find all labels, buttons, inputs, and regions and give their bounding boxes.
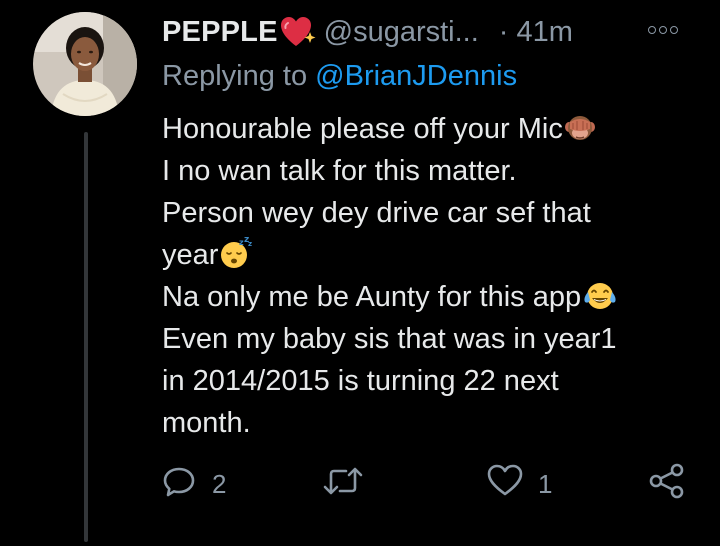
svg-text:z: z: [248, 240, 252, 248]
reply-button[interactable]: 2: [162, 462, 226, 506]
separator-dot: ·: [498, 15, 509, 48]
tweet-line: Honourable please off your Mic: [162, 108, 692, 150]
tweet-line: Even my baby sis that was in year1: [162, 318, 692, 360]
timestamp[interactable]: 41m: [516, 16, 572, 49]
tweet-line-text: in 2014/2015 is turning 22 next: [162, 365, 559, 397]
more-options-icon[interactable]: [648, 26, 678, 34]
tweet-line-text: month.: [162, 407, 251, 439]
reply-icon: [162, 463, 198, 506]
tweet-header: PEPPLE @sugarsti... · 41m: [162, 12, 692, 52]
see-no-evil-monkey-icon: [564, 112, 596, 156]
tweet-line-text: Even my baby sis that was in year1: [162, 323, 617, 355]
share-button[interactable]: [648, 462, 686, 506]
avatar-image: [33, 12, 137, 116]
tweet-line-text: Person wey dey drive car sef that: [162, 197, 591, 229]
retweet-icon: [322, 463, 364, 506]
tweet-line-text: year: [162, 239, 219, 271]
tweet-line-text: Na only me be Aunty for this app: [162, 281, 582, 313]
tweet-line: Na only me be Aunty for this app: [162, 276, 692, 318]
share-icon: [648, 462, 686, 507]
tweet-line: I no wan talk for this matter.: [162, 150, 692, 192]
heart-icon: [486, 463, 524, 506]
retweet-button[interactable]: [322, 462, 378, 506]
avatar[interactable]: [33, 12, 137, 116]
tweet-actions: 2 1: [0, 462, 720, 506]
replying-to-label: Replying to: [162, 60, 316, 92]
tweet-line: Person wey dey drive car sef that: [162, 192, 692, 234]
display-name[interactable]: PEPPLE: [162, 16, 278, 49]
tweet-line-text: I no wan talk for this matter.: [162, 155, 517, 187]
sparkling-heart-icon: [280, 16, 316, 48]
tweet-line: month.: [162, 402, 692, 444]
tweet-line: in 2014/2015 is turning 22 next: [162, 360, 692, 402]
tweet-line-text: Honourable please off your Mic: [162, 113, 563, 145]
user-handle[interactable]: @sugarsti...: [324, 16, 479, 49]
like-count: 1: [538, 468, 553, 499]
reply-count: 2: [212, 468, 227, 499]
replying-to: Replying to @BrianJDennis: [162, 60, 517, 93]
like-button[interactable]: 1: [486, 462, 552, 506]
reply-mention-link[interactable]: @BrianJDennis: [315, 60, 517, 92]
tweet-line: year z z z: [162, 234, 692, 276]
tweet-text: Honourable please off your Mic I no wan …: [162, 108, 692, 444]
